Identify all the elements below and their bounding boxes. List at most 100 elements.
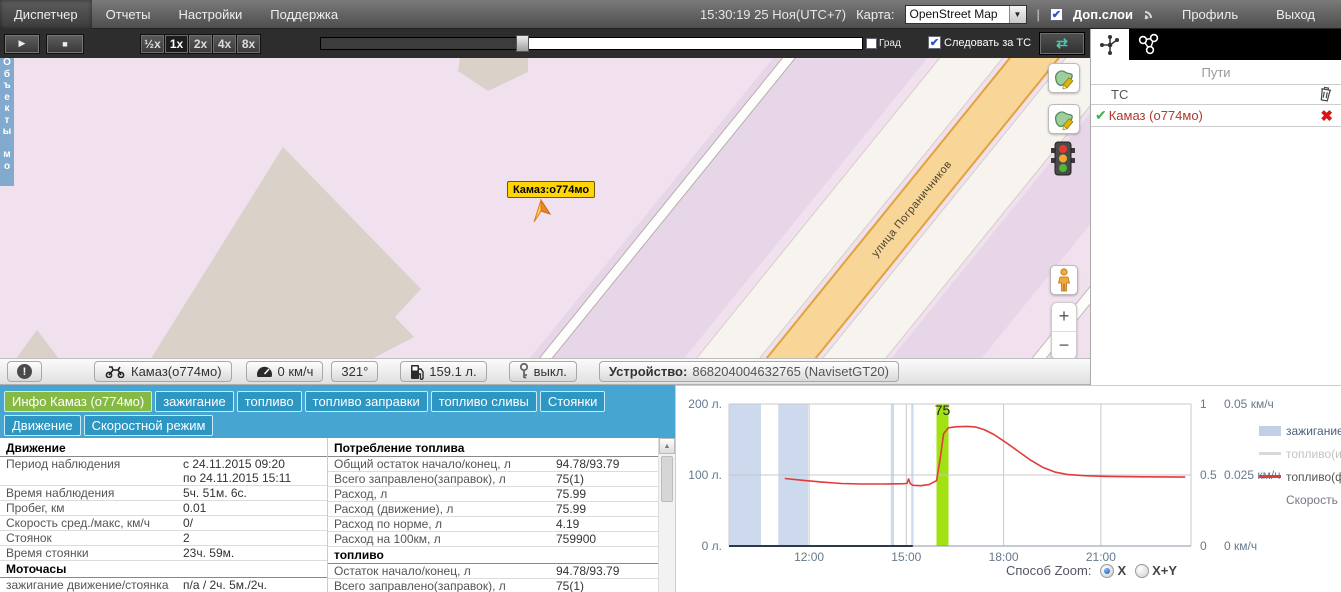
speed-4x[interactable]: 4x bbox=[213, 35, 236, 53]
course-button[interactable]: 321° bbox=[331, 361, 378, 382]
legend-item-speed[interactable]: Скорость bbox=[1259, 488, 1341, 511]
menu-support[interactable]: Поддержка bbox=[256, 0, 352, 29]
section-header: Движение bbox=[0, 440, 327, 457]
draw-route-button[interactable] bbox=[1048, 63, 1080, 93]
zoom-out-button[interactable]: − bbox=[1052, 332, 1076, 359]
svg-text:18:00: 18:00 bbox=[989, 550, 1019, 564]
tab-routes-graph[interactable] bbox=[1129, 29, 1169, 60]
timeline-progress bbox=[321, 38, 516, 49]
table-row: Скорость сред./макс, км/ч0/ bbox=[0, 516, 327, 531]
legend-item-ignition[interactable]: зажигание bbox=[1259, 419, 1341, 442]
zoom-mode-x[interactable]: X bbox=[1100, 563, 1126, 578]
fuel-chart[interactable]: 12:0015:0018:0021:00200 л.10.05 км/ч100 … bbox=[675, 385, 1341, 592]
menu-reports[interactable]: Отчеты bbox=[92, 0, 165, 29]
swap-view-button[interactable]: ⇄ bbox=[1040, 33, 1084, 54]
fuel-button[interactable]: 159.1 л. bbox=[400, 361, 486, 382]
scroll-up-button[interactable]: ▲ bbox=[659, 438, 675, 454]
table-row: Расход по норме, л4.19 bbox=[328, 517, 658, 532]
traffic-light-icon[interactable] bbox=[1050, 141, 1076, 182]
device-label: Устройство: bbox=[609, 364, 687, 379]
routes-panel-tabs bbox=[1091, 29, 1341, 60]
routes-panel-title: Пути bbox=[1091, 60, 1341, 84]
map-zoom-control: + − bbox=[1051, 302, 1077, 358]
objects-panel-tab[interactable]: О б ъ е к т ы м о bbox=[0, 58, 14, 186]
tab-stops[interactable]: Стоянки bbox=[540, 391, 606, 412]
legend-item-fuel-i[interactable]: топливо(и) bbox=[1259, 442, 1341, 465]
warning-icon: ! bbox=[17, 364, 32, 379]
stop-button[interactable]: ■ bbox=[47, 35, 83, 53]
device-button[interactable]: Устройство: 868204004632765 (NavisetGT20… bbox=[599, 361, 899, 382]
menu-profile[interactable]: Профиль bbox=[1168, 0, 1252, 29]
menu-logout[interactable]: Выход bbox=[1262, 0, 1329, 29]
fuel-table: Потребление топлива Общий остаток начало… bbox=[327, 438, 658, 592]
grad-checkbox[interactable] bbox=[866, 38, 877, 49]
street-view-button[interactable] bbox=[1050, 265, 1078, 295]
tab-speed-mode[interactable]: Скоростной режим bbox=[84, 415, 214, 436]
zoom-in-button[interactable]: + bbox=[1052, 303, 1076, 332]
radio-x[interactable] bbox=[1100, 564, 1114, 578]
speed-value: 0 км/ч bbox=[278, 364, 314, 379]
fuel-value: 159.1 л. bbox=[429, 364, 476, 379]
svg-text:1: 1 bbox=[1200, 397, 1207, 411]
delete-all-icon[interactable] bbox=[1318, 85, 1333, 105]
chevron-down-icon[interactable]: ▼ bbox=[1009, 6, 1026, 23]
speed-8x[interactable]: 8x bbox=[237, 35, 260, 53]
map-type-select[interactable]: OpenStreet Map ▼ bbox=[905, 5, 1027, 24]
tab-tracker-tree[interactable] bbox=[1091, 29, 1129, 60]
speed-1x[interactable]: 1x bbox=[165, 35, 188, 53]
svg-text:0 км/ч: 0 км/ч bbox=[1224, 539, 1257, 553]
table-row: Расход на 100км, л759900 bbox=[328, 532, 658, 547]
app-window: Диспетчер Отчеты Настройки Поддержка 15:… bbox=[0, 0, 1341, 592]
ignition-button[interactable]: выкл. bbox=[509, 361, 577, 382]
map-select-label: Карта: bbox=[856, 7, 894, 22]
tab-fuel-drains[interactable]: топливо сливы bbox=[431, 391, 537, 412]
rss-icon[interactable] bbox=[1143, 6, 1158, 23]
speed-half[interactable]: ½x bbox=[141, 35, 164, 53]
draw-area-button[interactable] bbox=[1048, 104, 1080, 134]
routes-column-label: ТС bbox=[1111, 87, 1128, 102]
map-type-value: OpenStreet Map bbox=[906, 7, 1009, 21]
separator: | bbox=[1037, 7, 1040, 22]
tab-movement[interactable]: Движение bbox=[4, 415, 81, 436]
svg-text:0.05 км/ч: 0.05 км/ч bbox=[1224, 397, 1274, 411]
route-vehicle-name[interactable]: Камаз (о774мо) bbox=[1109, 108, 1319, 123]
chart-legend: зажигание топливо(и) топливо(ф) Скорость bbox=[1259, 419, 1341, 511]
speed-button[interactable]: 0 км/ч bbox=[246, 361, 324, 382]
tab-info[interactable]: Инфо Камаз (о774мо) bbox=[4, 391, 152, 412]
timeline-slider[interactable] bbox=[320, 37, 863, 50]
info-tabs-area: Инфо Камаз (о774мо) зажигание топливо то… bbox=[0, 385, 675, 438]
speed-2x[interactable]: 2x bbox=[189, 35, 212, 53]
table-scrollbar[interactable]: ▲ bbox=[658, 438, 675, 592]
tab-fuel[interactable]: топливо bbox=[237, 391, 302, 412]
svg-text:75: 75 bbox=[935, 402, 951, 418]
table-row: Стоянок2 bbox=[0, 531, 327, 546]
follow-checkbox[interactable]: ✔ bbox=[928, 36, 941, 49]
legend-item-fuel-f[interactable]: топливо(ф) bbox=[1259, 465, 1341, 488]
routes-header-row: ТС bbox=[1091, 84, 1341, 105]
menu-settings[interactable]: Настройки bbox=[165, 0, 257, 29]
chart-plot[interactable]: 12:0015:0018:0021:00200 л.10.05 км/ч100 … bbox=[676, 386, 1341, 592]
alerts-button[interactable]: ! bbox=[7, 361, 42, 382]
remove-route-icon[interactable]: ✖ bbox=[1320, 107, 1333, 125]
table-row: Остаток начало/конец, л94.78/93.79 bbox=[328, 564, 658, 579]
tab-ignition[interactable]: зажигание bbox=[155, 391, 234, 412]
vehicle-name-button[interactable]: Камаз(о774мо) bbox=[94, 361, 232, 382]
speedometer-icon bbox=[256, 364, 273, 379]
layers-checkbox[interactable]: ✔ bbox=[1050, 8, 1063, 21]
menu-dispatcher[interactable]: Диспетчер bbox=[0, 0, 92, 29]
scroll-thumb[interactable] bbox=[661, 456, 673, 502]
legend-swatch bbox=[1259, 426, 1281, 436]
route-list-item[interactable]: ✔ Камаз (о774мо) ✖ bbox=[1091, 105, 1341, 127]
radio-xy[interactable] bbox=[1135, 564, 1149, 578]
zoom-mode-xy[interactable]: X+Y bbox=[1135, 563, 1177, 578]
tab-fuel-fills[interactable]: топливо заправки bbox=[305, 391, 428, 412]
key-icon bbox=[519, 363, 529, 380]
timeline-handle[interactable] bbox=[516, 35, 529, 52]
section-header: Потребление топлива bbox=[328, 440, 658, 457]
vehicle-map-label[interactable]: Камаз:о774мо bbox=[507, 181, 595, 198]
pedestrian-icon bbox=[1056, 268, 1072, 292]
network-graph-icon bbox=[1136, 33, 1162, 57]
vehicle-marker-icon[interactable] bbox=[528, 198, 554, 229]
map-canvas[interactable]: улица Пограничников О б ъ е к т ы м о Ка… bbox=[0, 58, 1090, 358]
play-button[interactable]: ▶ bbox=[5, 35, 39, 53]
